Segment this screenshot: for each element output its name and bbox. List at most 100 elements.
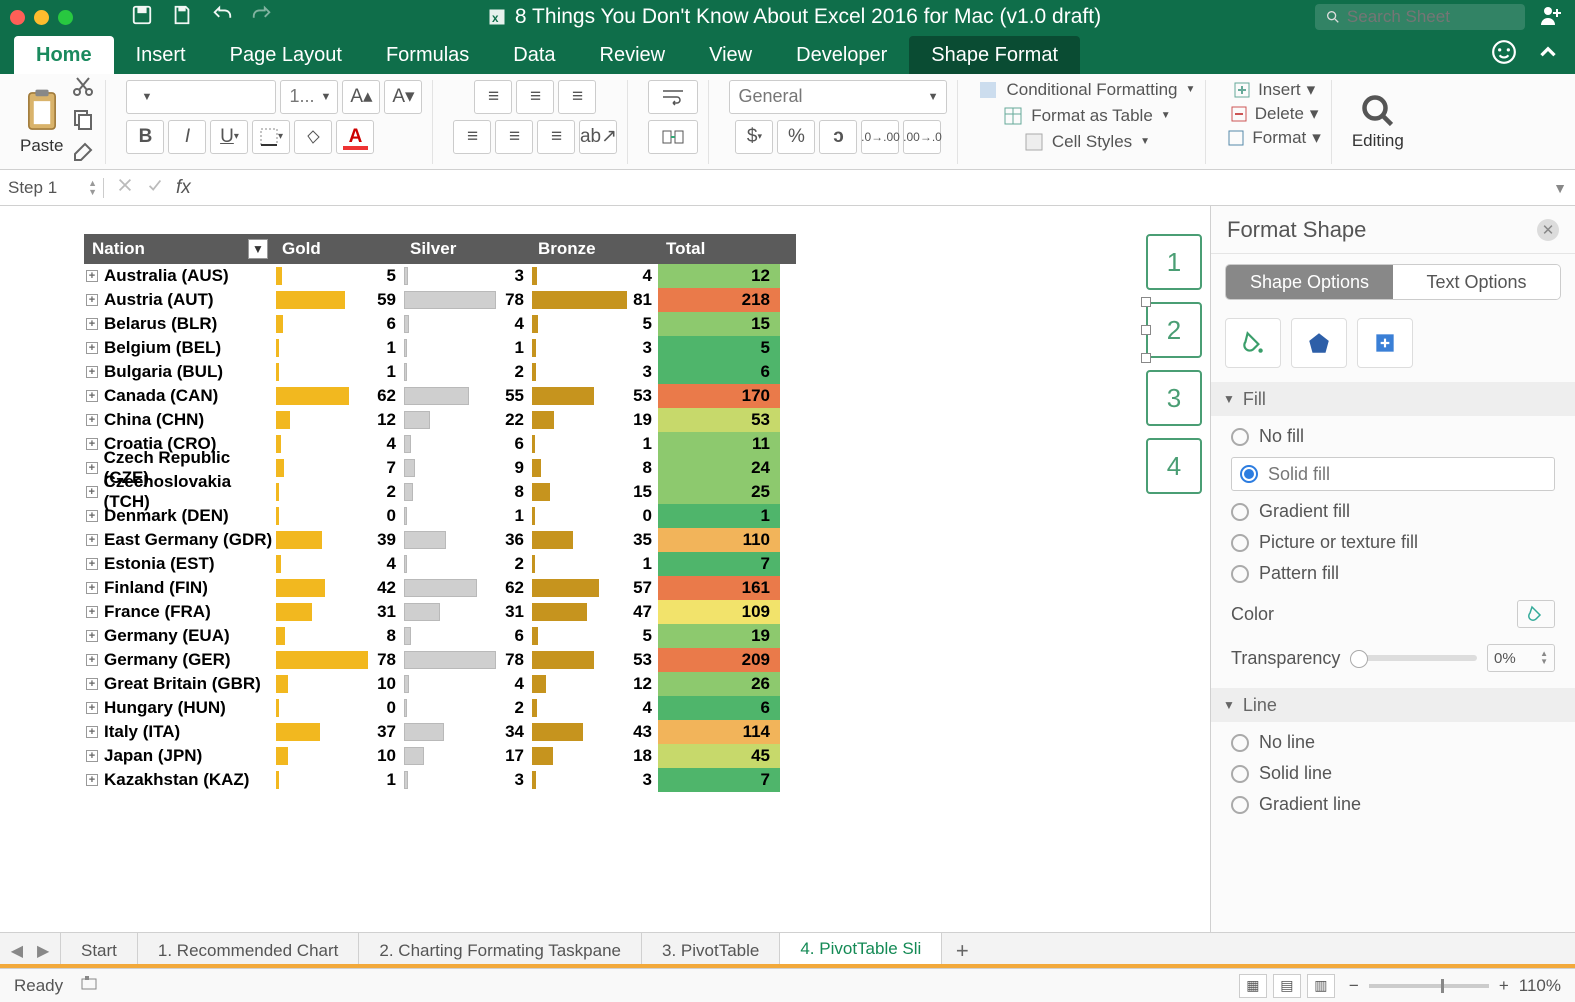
fill-color-picker[interactable] [1517, 600, 1555, 628]
border-button[interactable]: ▾ [252, 120, 290, 154]
align-center-icon[interactable]: ≡ [495, 120, 533, 154]
expand-icon[interactable]: + [86, 558, 98, 570]
tab-view[interactable]: View [687, 36, 774, 74]
page-layout-view-icon[interactable]: ▤ [1273, 974, 1301, 998]
align-right-icon[interactable]: ≡ [537, 120, 575, 154]
expand-icon[interactable]: + [86, 318, 98, 330]
fill-option[interactable]: Picture or texture fill [1231, 532, 1555, 553]
expand-icon[interactable]: + [86, 702, 98, 714]
transparency-slider[interactable] [1350, 655, 1477, 661]
wrap-text-icon[interactable] [648, 80, 698, 114]
underline-button[interactable]: U▾ [210, 120, 248, 154]
tab-developer[interactable]: Developer [774, 36, 909, 74]
insert-cells-button[interactable]: Insert ▾ [1232, 80, 1315, 100]
sheet-tab[interactable]: 1. Recommended Chart [138, 933, 359, 968]
decrease-decimal-icon[interactable]: .00→.0 [903, 120, 941, 154]
collapse-ribbon-icon[interactable] [1535, 39, 1561, 70]
accept-formula-icon[interactable] [146, 176, 164, 199]
selection-handle[interactable] [1141, 353, 1151, 363]
align-middle-icon[interactable]: ≡ [516, 80, 554, 114]
shape-options-tab[interactable]: Shape Options [1226, 265, 1393, 299]
expand-icon[interactable]: + [86, 366, 98, 378]
increase-font-icon[interactable]: A▴ [342, 80, 380, 114]
zoom-slider[interactable] [1369, 984, 1489, 988]
sheet-tab[interactable]: 4. PivotTable Sli [780, 933, 942, 968]
expand-icon[interactable]: + [86, 342, 98, 354]
table-row[interactable]: +France (FRA)313147109 [84, 600, 796, 624]
sheet-tab[interactable]: Start [60, 933, 138, 968]
format-cells-button[interactable]: Format ▾ [1226, 128, 1320, 148]
font-size-select[interactable]: 1...▼ [280, 80, 338, 114]
effects-tab-icon[interactable] [1291, 318, 1347, 368]
selection-handle[interactable] [1141, 297, 1151, 307]
expand-icon[interactable]: + [86, 294, 98, 306]
table-row[interactable]: +Bulgaria (BUL)1236 [84, 360, 796, 384]
prev-sheet-icon[interactable]: ◀ [11, 941, 23, 961]
table-row[interactable]: +Germany (EUA)86519 [84, 624, 796, 648]
fill-option[interactable]: No fill [1231, 426, 1555, 447]
save-icon[interactable] [171, 4, 193, 31]
table-row[interactable]: +Belgium (BEL)1135 [84, 336, 796, 360]
table-row[interactable]: +Kazakhstan (KAZ)1337 [84, 768, 796, 792]
expand-icon[interactable]: + [86, 750, 98, 762]
editing-button[interactable]: Editing [1352, 93, 1404, 151]
fill-section-header[interactable]: ▼Fill [1211, 382, 1575, 416]
name-box[interactable]: Step 1 ▲▼ [8, 178, 104, 198]
line-option[interactable]: No line [1231, 732, 1555, 753]
tab-review[interactable]: Review [578, 36, 688, 74]
table-row[interactable]: +Estonia (EST)4217 [84, 552, 796, 576]
tab-home[interactable]: Home [14, 36, 114, 74]
cell-styles-button[interactable]: Cell Styles ▼ [1024, 132, 1150, 152]
expand-icon[interactable]: + [86, 654, 98, 666]
table-row[interactable]: +Japan (JPN)10171845 [84, 744, 796, 768]
font-color-button[interactable]: A [336, 120, 374, 154]
conditional-formatting-button[interactable]: Conditional Formatting ▼ [978, 80, 1195, 100]
line-option[interactable]: Solid line [1231, 763, 1555, 784]
expand-icon[interactable]: + [86, 678, 98, 690]
zoom-in-icon[interactable]: + [1499, 976, 1509, 996]
tab-formulas[interactable]: Formulas [364, 36, 491, 74]
slicer-4[interactable]: 4 [1146, 438, 1202, 494]
fill-option[interactable]: Gradient fill [1231, 501, 1555, 522]
filter-dropdown-icon[interactable]: ▼ [248, 239, 268, 259]
close-window-button[interactable] [10, 10, 25, 25]
line-option[interactable]: Gradient line [1231, 794, 1555, 815]
autosave-icon[interactable] [131, 4, 153, 31]
zoom-control[interactable]: − + 110% [1349, 976, 1561, 996]
size-props-tab-icon[interactable] [1357, 318, 1413, 368]
fill-color-button[interactable] [294, 120, 332, 154]
undo-icon[interactable] [211, 4, 233, 31]
merge-cells-icon[interactable] [648, 120, 698, 154]
tab-shape-format[interactable]: Shape Format [909, 36, 1080, 74]
bold-button[interactable]: B [126, 120, 164, 154]
align-top-icon[interactable]: ≡ [474, 80, 512, 114]
table-row[interactable]: +East Germany (GDR)393635110 [84, 528, 796, 552]
expand-formula-bar-icon[interactable]: ▼ [1553, 180, 1567, 196]
copy-icon[interactable] [71, 107, 95, 136]
paste-button[interactable]: Paste [20, 88, 63, 156]
number-format-select[interactable]: General▼ [729, 80, 947, 114]
sheet-tab[interactable]: 3. PivotTable [642, 933, 780, 968]
table-row[interactable]: +Great Britain (GBR)1041226 [84, 672, 796, 696]
expand-icon[interactable]: + [86, 414, 98, 426]
redo-icon[interactable] [251, 4, 273, 31]
expand-icon[interactable]: + [86, 486, 98, 498]
normal-view-icon[interactable]: ▦ [1239, 974, 1267, 998]
selection-handle[interactable] [1141, 325, 1151, 335]
share-button[interactable] [1539, 3, 1563, 32]
expand-icon[interactable]: + [86, 390, 98, 402]
expand-icon[interactable]: + [86, 726, 98, 738]
text-options-tab[interactable]: Text Options [1393, 265, 1560, 299]
feedback-icon[interactable] [1491, 39, 1517, 70]
table-row[interactable]: +Canada (CAN)625553170 [84, 384, 796, 408]
increase-decimal-icon[interactable]: .0→.00 [861, 120, 899, 154]
fill-option[interactable]: Pattern fill [1231, 563, 1555, 584]
expand-icon[interactable]: + [86, 774, 98, 786]
expand-icon[interactable]: + [86, 270, 98, 282]
comma-icon[interactable]: ͻ [819, 120, 857, 154]
line-section-header[interactable]: ▼Line [1211, 688, 1575, 722]
page-break-view-icon[interactable]: ▥ [1307, 974, 1335, 998]
table-row[interactable]: +Czechoslovakia (TCH)281525 [84, 480, 796, 504]
tab-insert[interactable]: Insert [114, 36, 208, 74]
format-as-table-button[interactable]: Format as Table ▼ [1003, 106, 1170, 126]
